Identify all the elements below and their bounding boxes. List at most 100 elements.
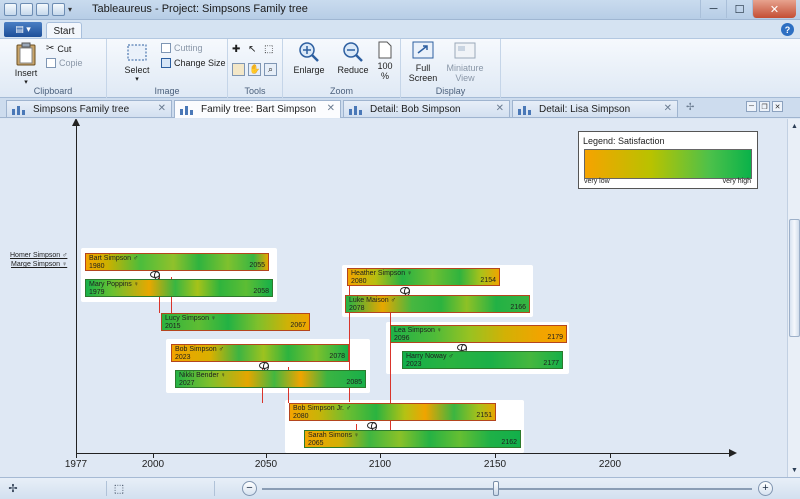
select-label: Select: [124, 65, 150, 75]
marriage-rings-icon: [457, 344, 467, 353]
vertical-scrollbar[interactable]: ▲ ▼: [787, 119, 800, 477]
person-name: Lea Simpson ♀: [394, 327, 443, 334]
doc-tab-label: Detail: Lisa Simpson: [539, 103, 631, 115]
reduce-button[interactable]: Reduce: [335, 41, 371, 75]
magnifier-tool-icon[interactable]: ⌕: [264, 63, 277, 76]
person-name: Bob Simpson Jr. ♂: [293, 405, 352, 412]
crop-icon: [161, 43, 171, 53]
add-person-icon[interactable]: ✚: [232, 44, 246, 57]
person-bar-harry[interactable]: Harry Noway ♂ 2023 2177: [402, 351, 563, 369]
select-dropdown-icon: ▾: [135, 76, 139, 83]
move-icon[interactable]: ✢: [6, 482, 20, 495]
person-bar-mary[interactable]: Mary Poppins ♀ 1979 2058: [85, 279, 273, 297]
copy-icon: [46, 58, 56, 68]
hand-tool-icon[interactable]: ✋: [248, 63, 261, 76]
doc-restore-button[interactable]: ❐: [759, 101, 770, 112]
close-tab-icon[interactable]: ✕: [496, 103, 504, 114]
miniature-view-button[interactable]: Miniature View: [443, 41, 487, 83]
scroll-down-icon[interactable]: ▼: [789, 464, 800, 476]
full-screen-label-2: Screen: [408, 73, 438, 83]
person-bar-lea[interactable]: Lea Simpson ♀ 2096 2179: [390, 325, 567, 343]
y-axis: [76, 123, 77, 453]
person-bar-luke[interactable]: Luke Maison ♂ 2078 2166: [345, 295, 530, 313]
save-icon[interactable]: [20, 3, 33, 16]
window-controls: ─ ☐ ✕: [700, 0, 796, 18]
person-died: 2151: [476, 412, 492, 419]
zoom-in-button[interactable]: +: [758, 481, 773, 496]
scroll-up-icon[interactable]: ▲: [789, 120, 800, 132]
axis-tick: [495, 454, 496, 458]
person-bar-bart[interactable]: Bart Simpson ♂ 1980 2055: [85, 253, 269, 271]
application-menu-button[interactable]: ▤ ▾: [4, 22, 42, 37]
maximize-button[interactable]: ☐: [726, 0, 752, 18]
axis-tick-label: 2200: [598, 459, 622, 470]
miniature-view-label-2: View: [455, 73, 475, 83]
page-tool-icon[interactable]: [232, 63, 245, 76]
doc-tab-bart-simpson[interactable]: Family tree: Bart Simpson ✕: [174, 100, 341, 118]
legend-high-label: very high: [722, 178, 751, 185]
close-button[interactable]: ✕: [752, 0, 796, 18]
ribbon-tab-strip: ▤ ▾ Start ?: [0, 20, 800, 39]
full-screen-button[interactable]: Full Screen: [405, 41, 441, 83]
person-bar-nikki[interactable]: Nikki Bender ♀ 2027 2085: [175, 370, 366, 388]
person-bar-sarah[interactable]: Sarah Simons ♀ 2065 2162: [304, 430, 521, 448]
person-bar-lucy[interactable]: Lucy Simpson ♀ 2015 2067: [161, 313, 310, 331]
zoom-100-button[interactable]: 100 %: [375, 41, 395, 81]
zoom-slider-thumb[interactable]: [493, 481, 499, 496]
person-died: 2058: [253, 288, 269, 295]
parent-label-mother[interactable]: Marge Simpson ♀: [11, 261, 67, 268]
marriage-rings-icon: [400, 287, 410, 296]
scroll-thumb[interactable]: [789, 219, 800, 337]
pointer-icon[interactable]: ↖: [248, 44, 262, 57]
minimize-button[interactable]: ─: [700, 0, 726, 18]
close-tab-icon[interactable]: ✕: [158, 103, 166, 114]
person-born: 1980: [89, 263, 105, 270]
image-group-label: Image: [154, 86, 180, 96]
help-icon[interactable]: ?: [781, 23, 794, 36]
enlarge-button[interactable]: Enlarge: [291, 41, 327, 75]
person-name: Heather Simpson ♀: [351, 270, 413, 277]
person-name: Bob Simpson ♂: [175, 346, 224, 353]
customize-dropdown-icon[interactable]: ▾: [68, 3, 77, 16]
select-area-icon[interactable]: ⬚: [264, 44, 278, 57]
doc-minimize-button[interactable]: ─: [746, 101, 757, 112]
pin-icon[interactable]: ✢: [686, 102, 694, 113]
close-tab-icon[interactable]: ✕: [327, 103, 335, 114]
person-died: 2067: [290, 322, 306, 329]
change-size-button[interactable]: Change Size: [161, 58, 226, 68]
legend: Legend: Satisfaction very low very high: [578, 131, 758, 189]
doc-tab-lisa-simpson[interactable]: Detail: Lisa Simpson ✕: [512, 100, 678, 117]
family-tree-canvas[interactable]: Legend: Satisfaction very low very high …: [0, 119, 787, 477]
change-size-label: Change Size: [174, 58, 226, 68]
redo-icon[interactable]: [52, 3, 65, 16]
app-icon[interactable]: [4, 3, 17, 16]
person-born: 2078: [349, 305, 365, 312]
person-bar-bob[interactable]: Bob Simpson ♂ 2023 2078: [171, 344, 349, 362]
undo-icon[interactable]: [36, 3, 49, 16]
person-died: 2179: [547, 334, 563, 341]
tab-start[interactable]: Start: [46, 22, 82, 39]
doc-close-button[interactable]: ✕: [772, 101, 783, 112]
select-button[interactable]: Select ▾: [119, 43, 155, 83]
zoom-slider-track[interactable]: [262, 488, 752, 490]
person-bar-bob-jr[interactable]: Bob Simpson Jr. ♂ 2080 2151: [289, 403, 496, 421]
cut-button[interactable]: ✂ Cut: [46, 43, 71, 54]
person-died: 2055: [249, 262, 265, 269]
insert-button[interactable]: Insert ▾: [8, 42, 44, 86]
doc-tab-family-tree[interactable]: Simpsons Family tree ✕: [6, 100, 172, 117]
zoom-out-icon: [343, 42, 363, 62]
image-group: Select ▾ Cutting Change Size Image: [107, 39, 228, 98]
person-died: 2162: [501, 439, 517, 446]
zoom-percent-label: %: [380, 71, 389, 81]
selection-size-icon: ⬚: [113, 483, 125, 495]
person-bar-heather[interactable]: Heather Simpson ♀ 2080 2154: [347, 268, 500, 286]
close-tab-icon[interactable]: ✕: [664, 103, 672, 114]
reduce-label: Reduce: [337, 65, 369, 75]
cutting-button[interactable]: Cutting: [161, 43, 203, 53]
display-group-label: Display: [435, 86, 466, 96]
axis-tick: [76, 454, 77, 458]
parent-label-father[interactable]: Homer Simpson ♂: [10, 252, 67, 259]
doc-tab-bob-simpson[interactable]: Detail: Bob Simpson ✕: [343, 100, 510, 117]
copy-button[interactable]: Copie: [46, 58, 83, 68]
zoom-out-button[interactable]: −: [242, 481, 257, 496]
